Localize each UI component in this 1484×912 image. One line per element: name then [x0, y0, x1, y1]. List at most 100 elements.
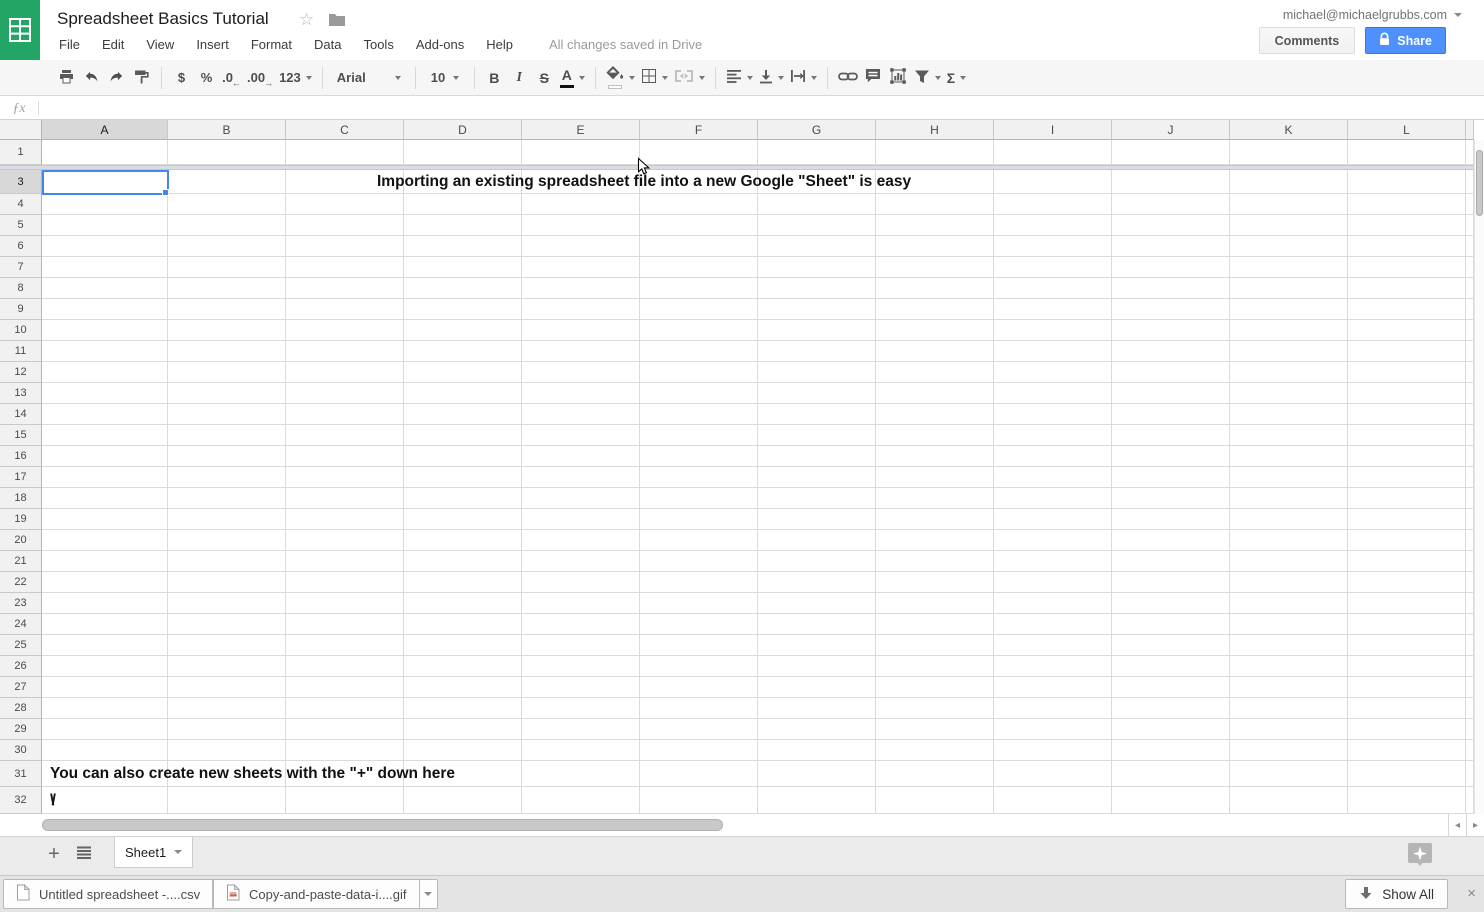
cell-G10[interactable] — [758, 320, 876, 341]
column-header-L[interactable]: L — [1348, 120, 1466, 140]
cell-G11[interactable] — [758, 341, 876, 362]
column-header-D[interactable]: D — [404, 120, 522, 140]
menu-addons[interactable]: Add-ons — [414, 34, 466, 55]
cell-C30[interactable] — [286, 740, 404, 761]
row-header-18[interactable]: 18 — [0, 488, 42, 509]
star-icon[interactable]: ☆ — [299, 10, 314, 30]
cell-K32[interactable] — [1230, 787, 1348, 814]
explore-icon[interactable] — [1406, 840, 1434, 873]
cell-H17[interactable] — [876, 467, 994, 488]
cell-L28[interactable] — [1348, 698, 1466, 719]
cell-H4[interactable] — [876, 194, 994, 215]
cell-H8[interactable] — [876, 278, 994, 299]
cell-L20[interactable] — [1348, 530, 1466, 551]
cell-G24[interactable] — [758, 614, 876, 635]
cell-G15[interactable] — [758, 425, 876, 446]
cell-I28[interactable] — [994, 698, 1112, 719]
cell-F25[interactable] — [640, 635, 758, 656]
cell-C32[interactable] — [286, 787, 404, 814]
paint-format-button[interactable] — [129, 66, 154, 90]
vertical-scrollbar-thumb[interactable] — [1476, 150, 1483, 216]
cell-H29[interactable] — [876, 719, 994, 740]
cell-D28[interactable] — [404, 698, 522, 719]
borders-button[interactable] — [638, 66, 671, 90]
cell-H1[interactable] — [876, 140, 994, 165]
borders-dropdown-icon[interactable] — [662, 76, 668, 80]
cell-D32[interactable] — [404, 787, 522, 814]
cell-C26[interactable] — [286, 656, 404, 677]
cell-K7[interactable] — [1230, 257, 1348, 278]
cell-C1[interactable] — [286, 140, 404, 165]
cell-L18[interactable] — [1348, 488, 1466, 509]
cell-A32[interactable] — [42, 787, 168, 814]
cell-F19[interactable] — [640, 509, 758, 530]
cell-C21[interactable] — [286, 551, 404, 572]
download-item-dropdown[interactable] — [420, 879, 438, 909]
cell-E12[interactable] — [522, 362, 640, 383]
cell-D24[interactable] — [404, 614, 522, 635]
row-header-8[interactable]: 8 — [0, 278, 42, 299]
font-size-dropdown-icon[interactable] — [453, 76, 459, 80]
cell-B8[interactable] — [168, 278, 286, 299]
cell-I14[interactable] — [994, 404, 1112, 425]
grid-corner[interactable] — [0, 120, 42, 140]
close-downloads-bar-icon[interactable]: × — [1467, 885, 1476, 902]
download-item-button[interactable]: Copy-and-paste-data-i....gif — [213, 879, 420, 909]
cell-E25[interactable] — [522, 635, 640, 656]
cell-I10[interactable] — [994, 320, 1112, 341]
document-title[interactable]: Spreadsheet Basics Tutorial — [57, 9, 269, 29]
cell-C13[interactable] — [286, 383, 404, 404]
cell-E23[interactable] — [522, 593, 640, 614]
cell-L4[interactable] — [1348, 194, 1466, 215]
cell-J14[interactable] — [1112, 404, 1230, 425]
cell-J15[interactable] — [1112, 425, 1230, 446]
cell-E4[interactable] — [522, 194, 640, 215]
cell-E32[interactable] — [522, 787, 640, 814]
cell-B30[interactable] — [168, 740, 286, 761]
cell-C12[interactable] — [286, 362, 404, 383]
column-header-C[interactable]: C — [286, 120, 404, 140]
cell-A30[interactable] — [42, 740, 168, 761]
insert-comment-button[interactable] — [861, 66, 886, 90]
cell-H30[interactable] — [876, 740, 994, 761]
cell-H23[interactable] — [876, 593, 994, 614]
cell-G13[interactable] — [758, 383, 876, 404]
cell-J6[interactable] — [1112, 236, 1230, 257]
cell-F6[interactable] — [640, 236, 758, 257]
cell-L30[interactable] — [1348, 740, 1466, 761]
cell-K10[interactable] — [1230, 320, 1348, 341]
cell-K31[interactable] — [1230, 761, 1348, 787]
cell-K28[interactable] — [1230, 698, 1348, 719]
cell-G26[interactable] — [758, 656, 876, 677]
cell-B16[interactable] — [168, 446, 286, 467]
cell-B11[interactable] — [168, 341, 286, 362]
row-header-5[interactable]: 5 — [0, 215, 42, 236]
cell-E27[interactable] — [522, 677, 640, 698]
account-menu[interactable]: michael@michaelgrubbs.com — [1283, 8, 1462, 22]
cell-H16[interactable] — [876, 446, 994, 467]
cell-E13[interactable] — [522, 383, 640, 404]
cell-A20[interactable] — [42, 530, 168, 551]
cell-G8[interactable] — [758, 278, 876, 299]
cell-D4[interactable] — [404, 194, 522, 215]
cell-J11[interactable] — [1112, 341, 1230, 362]
row-header-20[interactable]: 20 — [0, 530, 42, 551]
filter-button[interactable] — [911, 66, 944, 90]
cell-K19[interactable] — [1230, 509, 1348, 530]
cell-I12[interactable] — [994, 362, 1112, 383]
font-family-dropdown-icon[interactable] — [395, 76, 401, 80]
number-format-button[interactable]: 123 — [276, 66, 315, 90]
row-header-29[interactable]: 29 — [0, 719, 42, 740]
cell-E1[interactable] — [522, 140, 640, 165]
font-size-button[interactable]: 10 — [423, 66, 467, 90]
text-color-button[interactable]: A — [557, 66, 588, 90]
cell-E11[interactable] — [522, 341, 640, 362]
cell-D25[interactable] — [404, 635, 522, 656]
cell-L15[interactable] — [1348, 425, 1466, 446]
row-header-9[interactable]: 9 — [0, 299, 42, 320]
cell-G25[interactable] — [758, 635, 876, 656]
cell-H14[interactable] — [876, 404, 994, 425]
cell-H31[interactable] — [876, 761, 994, 787]
horizontal-scrollbar-thumb[interactable] — [42, 819, 723, 831]
cell-F10[interactable] — [640, 320, 758, 341]
